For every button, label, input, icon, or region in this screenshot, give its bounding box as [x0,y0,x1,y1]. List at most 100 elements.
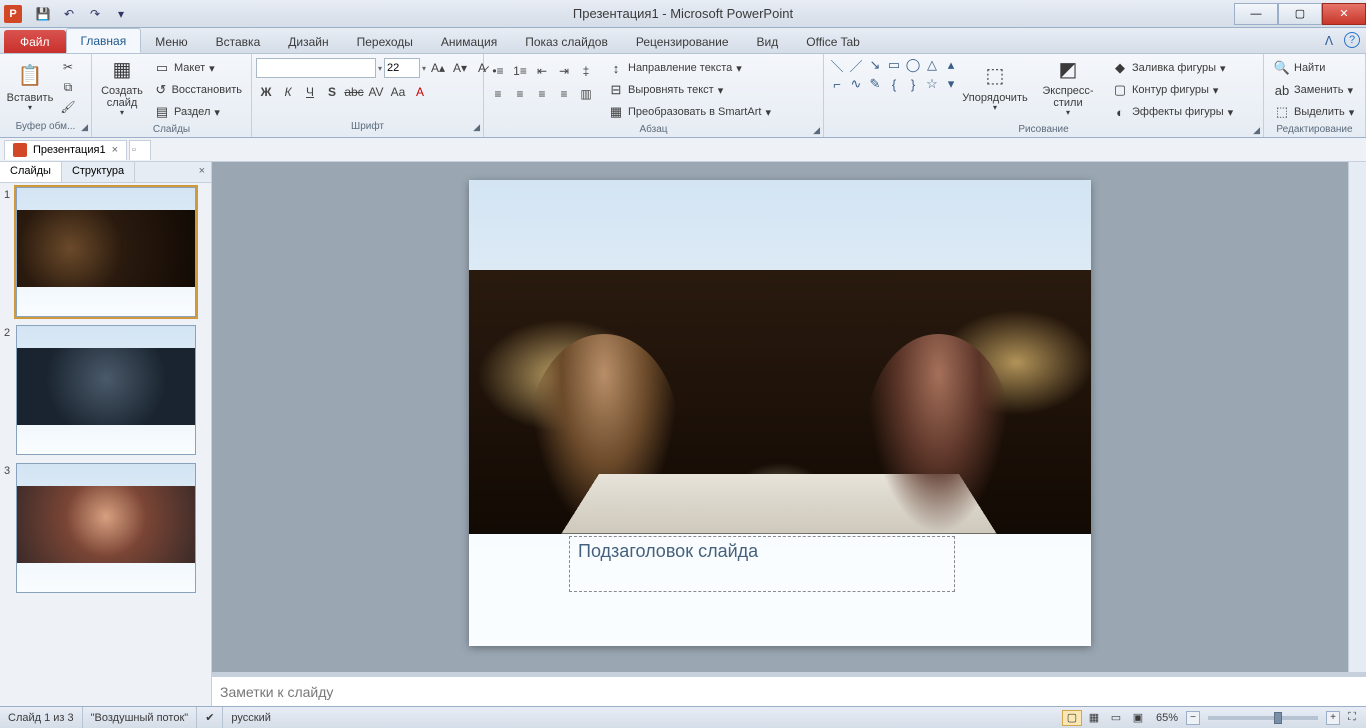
view-normal-button[interactable]: ▢ [1062,710,1082,726]
bullets-button[interactable]: •≡ [488,62,508,80]
tab-review[interactable]: Рецензирование [622,30,743,53]
justify-button[interactable]: ≡ [554,85,574,103]
qat-redo-button[interactable]: ↷ [84,4,106,24]
doc-tab-new[interactable]: ▫ [129,140,151,160]
tab-officetab[interactable]: Office Tab [792,30,874,53]
font-launcher[interactable]: ◢ [473,122,480,133]
paste-button[interactable]: 📋 Вставить ▾ [4,56,56,118]
thumbnail-1[interactable] [16,187,196,317]
find-button[interactable]: 🔍Найти [1270,58,1360,78]
font-name-combo[interactable] [256,58,376,78]
align-text-button[interactable]: ⊟Выровнять текст ▾ [604,80,784,100]
close-button[interactable]: ✕ [1322,3,1366,25]
shape-line-icon[interactable]: ＼ [828,56,846,74]
shape-star-icon[interactable]: ☆ [923,75,941,93]
tab-slideshow[interactable]: Показ слайдов [511,30,622,53]
subtitle-placeholder[interactable]: Подзаголовок слайда [569,536,955,592]
align-right-button[interactable]: ≡ [532,85,552,103]
qat-save-button[interactable]: 💾 [32,4,54,24]
tab-transitions[interactable]: Переходы [343,30,427,53]
section-button[interactable]: ▤Раздел ▾ [150,102,246,122]
shape-tri-icon[interactable]: △ [923,56,941,74]
line-spacing-button[interactable]: ‡ [576,62,596,80]
slide[interactable]: Подзаголовок слайда [469,180,1091,646]
dec-indent-button[interactable]: ⇤ [532,62,552,80]
paragraph-launcher[interactable]: ◢ [813,125,820,136]
maximize-button[interactable]: ▢ [1278,3,1322,25]
shape-brace-icon[interactable]: { [885,75,903,93]
shadow-button[interactable]: S [322,83,342,101]
drawing-launcher[interactable]: ◢ [1253,125,1260,136]
align-left-button[interactable]: ≡ [488,85,508,103]
view-slideshow-button[interactable]: ▣ [1128,710,1148,726]
grow-font-button[interactable]: A▴ [428,59,448,77]
reset-button[interactable]: ↺Восстановить [150,80,246,100]
minimize-button[interactable]: — [1234,3,1278,25]
shape-rect-icon[interactable]: ▭ [885,56,903,74]
vertical-scrollbar[interactable] [1348,162,1366,672]
zoom-in-button[interactable]: + [1326,711,1340,725]
shape-brace2-icon[interactable]: } [904,75,922,93]
view-sorter-button[interactable]: ▦ [1084,710,1104,726]
zoom-thumb[interactable] [1274,712,1282,724]
status-language[interactable]: русский [223,707,278,728]
shape-free-icon[interactable]: ✎ [866,75,884,93]
qat-more-button[interactable]: ▾ [110,4,132,24]
shape-arrow-icon[interactable]: ↘ [866,56,884,74]
quick-styles-button[interactable]: ◩ Экспресс-стили▾ [1030,56,1106,118]
italic-button[interactable]: К [278,83,298,101]
font-size-combo[interactable] [384,58,420,78]
format-painter-button[interactable]: 🖌 [58,98,78,116]
align-center-button[interactable]: ≡ [510,85,530,103]
doc-tab-1[interactable]: Презентация1 × [4,140,127,160]
tab-menu[interactable]: Меню [141,30,201,53]
arrange-button[interactable]: ⬚ Упорядочить▾ [960,56,1030,118]
side-panel-close[interactable]: × [193,162,211,182]
thumbnail-3[interactable] [16,463,196,593]
slide-image[interactable] [469,270,1091,534]
fit-to-window-button[interactable]: ⛶ [1342,710,1362,726]
convert-smartart-button[interactable]: ▦Преобразовать в SmartArt ▾ [604,102,784,122]
shape-connector-icon[interactable]: ⌐ [828,75,846,93]
text-direction-button[interactable]: ↕Направление текста ▾ [604,58,784,78]
canvas[interactable]: Подзаголовок слайда [212,162,1348,672]
tab-view[interactable]: Вид [743,30,793,53]
font-color-button[interactable]: A [410,83,430,101]
change-case-button[interactable]: Aa [388,83,408,101]
select-button[interactable]: ⬚Выделить ▾ [1270,102,1360,122]
copy-button[interactable]: ⧉ [58,78,78,96]
replace-button[interactable]: abЗаменить ▾ [1270,80,1360,100]
tab-design[interactable]: Дизайн [274,30,342,53]
tab-animations[interactable]: Анимация [427,30,511,53]
spacing-button[interactable]: AV [366,83,386,101]
bold-button[interactable]: Ж [256,83,276,101]
tab-home[interactable]: Главная [66,28,142,53]
shapes-gallery[interactable]: ＼ ／ ↘ ▭ ◯ △ ▴ ⌐ ∿ ✎ { } ☆ ▾ [828,56,960,93]
shape-effects-button[interactable]: ◐Эффекты фигуры ▾ [1108,102,1238,122]
shrink-font-button[interactable]: A▾ [450,59,470,77]
help-button[interactable]: ? [1344,32,1360,48]
thumbnail-2[interactable] [16,325,196,455]
shape-fill-button[interactable]: ◆Заливка фигуры ▾ [1108,58,1238,78]
shape-more-up-icon[interactable]: ▴ [942,56,960,74]
qat-undo-button[interactable]: ↶ [58,4,80,24]
shape-more-down-icon[interactable]: ▾ [942,75,960,93]
cut-button[interactable]: ✂ [58,58,78,76]
layout-button[interactable]: ▭Макет ▾ [150,58,246,78]
shape-curve-icon[interactable]: ∿ [847,75,865,93]
file-tab[interactable]: Файл [4,30,66,53]
new-slide-button[interactable]: ▦ Создать слайд ▾ [96,56,148,118]
outline-tab[interactable]: Структура [62,162,135,182]
clipboard-launcher[interactable]: ◢ [81,122,88,133]
shape-outline-button[interactable]: ▢Контур фигуры ▾ [1108,80,1238,100]
notes-pane[interactable]: Заметки к слайду [212,676,1366,706]
underline-button[interactable]: Ч [300,83,320,101]
slides-tab[interactable]: Слайды [0,162,62,182]
zoom-slider[interactable] [1208,716,1318,720]
strike-button[interactable]: abc [344,83,364,101]
inc-indent-button[interactable]: ⇥ [554,62,574,80]
shape-oval-icon[interactable]: ◯ [904,56,922,74]
shape-line2-icon[interactable]: ／ [847,56,865,74]
view-reading-button[interactable]: ▭ [1106,710,1126,726]
columns-button[interactable]: ▥ [576,85,596,103]
